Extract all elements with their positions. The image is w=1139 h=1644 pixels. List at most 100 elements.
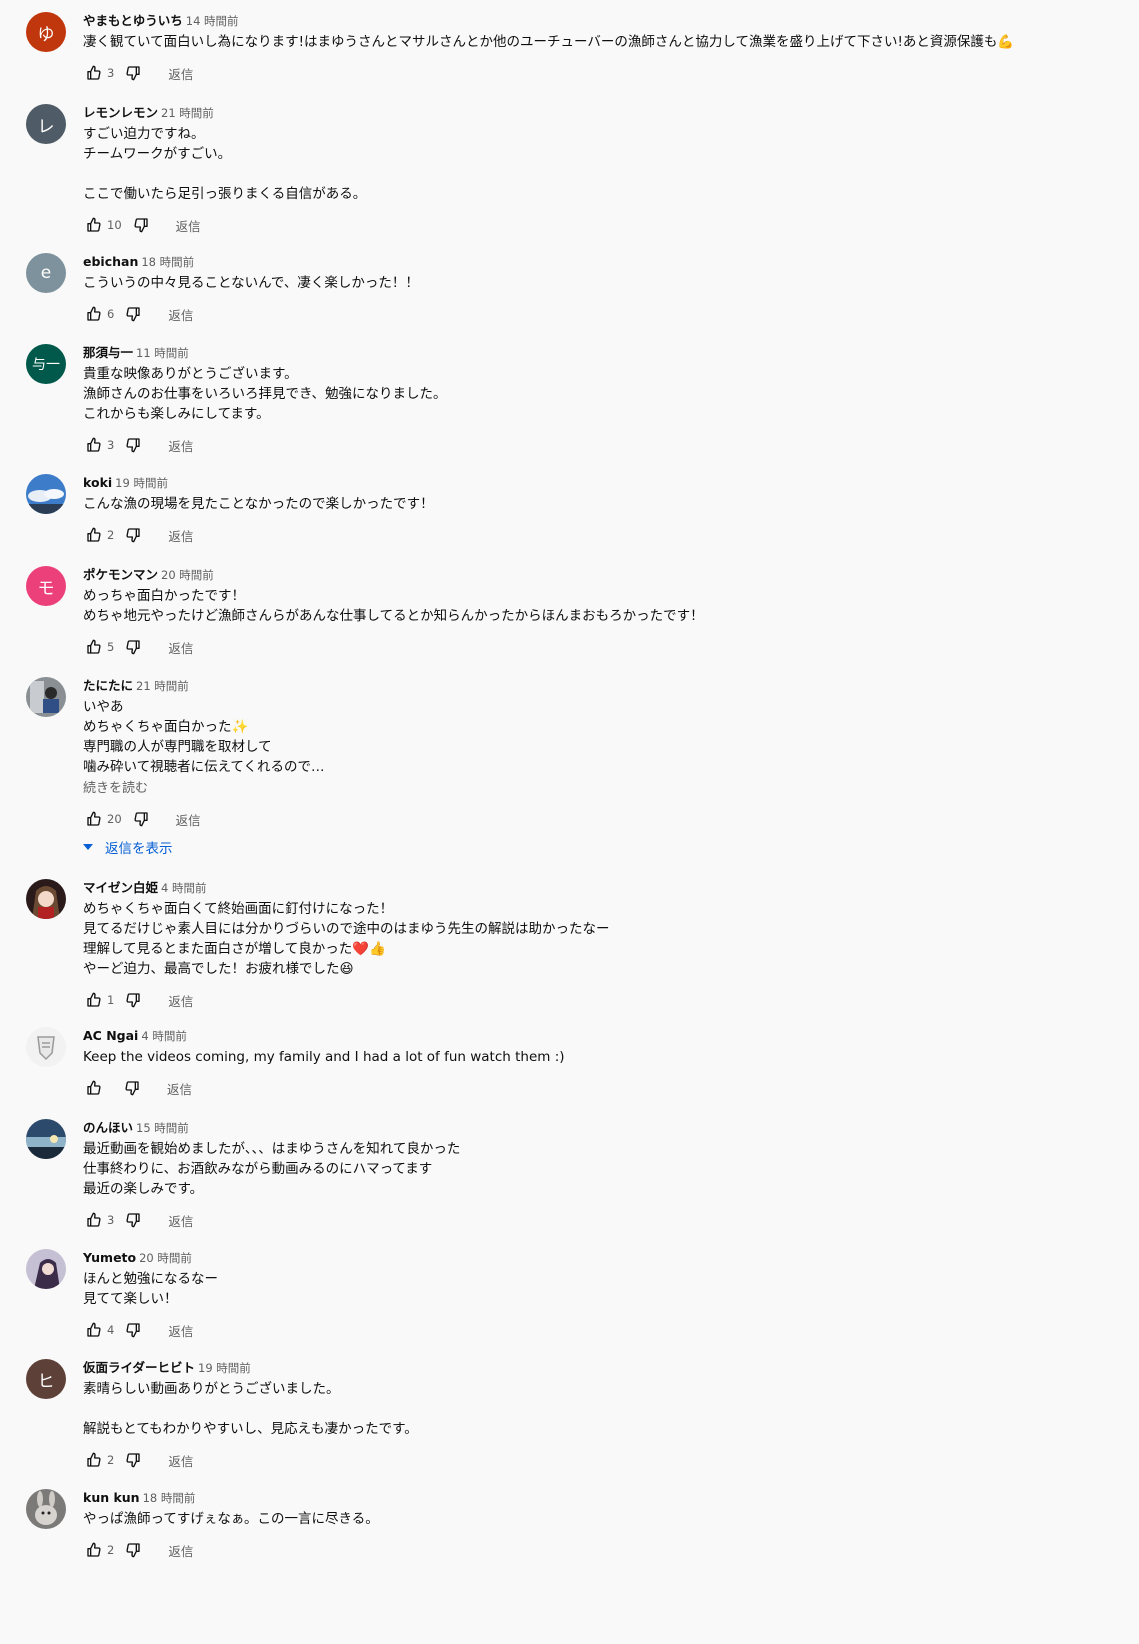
like-count: 3 [107, 1213, 115, 1227]
avatar[interactable]: ゆ [26, 12, 66, 52]
like-count: 2 [107, 528, 115, 542]
comment-timestamp[interactable]: 19 時間前 [115, 476, 168, 490]
comment-author[interactable]: AC Ngai [83, 1028, 138, 1043]
comment-author[interactable]: kun kun [83, 1490, 140, 1505]
comment-author[interactable]: レモンレモン [83, 105, 158, 120]
comment-line [83, 164, 1083, 184]
comment-line: すごい迫力ですね。 [83, 126, 205, 142]
comment-author[interactable]: 仮面ライダーヒビト [83, 1360, 195, 1375]
dislike-icon[interactable] [122, 434, 144, 456]
comment-actions: 2 返信 [83, 1539, 1083, 1561]
like-icon[interactable] [83, 1449, 105, 1471]
avatar[interactable] [26, 1119, 66, 1159]
avatar[interactable] [26, 1489, 66, 1529]
avatar[interactable]: e [26, 253, 66, 293]
like-icon[interactable] [83, 62, 105, 84]
dislike-icon[interactable] [122, 1319, 144, 1341]
comment-author[interactable]: のんほい [83, 1120, 133, 1135]
comment-author[interactable]: 那須与一 [83, 345, 133, 360]
comment-line: 見てるだけじゃ素人目には分かりづらいので途中のはまゆう先生の解説は助かったなー [83, 921, 610, 937]
comment-author[interactable]: koki [83, 475, 112, 490]
like-icon[interactable] [83, 1209, 105, 1231]
comment-timestamp[interactable]: 19 時間前 [198, 1361, 251, 1375]
like-count: 6 [107, 307, 115, 321]
comment-text: めっちゃ面白かったです！ めちゃ地元やったけど漁師さんらがあんな仕事してるとか知ら… [83, 586, 1083, 626]
comment-timestamp[interactable]: 15 時間前 [136, 1121, 189, 1135]
avatar[interactable]: ヒ [26, 1359, 66, 1399]
reply-button[interactable]: 返信 [168, 991, 193, 1010]
dislike-icon[interactable] [121, 1077, 143, 1099]
reply-button[interactable]: 返信 [168, 526, 193, 545]
comment-author[interactable]: やまもとゆういち [83, 13, 183, 28]
like-count: 2 [107, 1453, 115, 1467]
like-icon[interactable] [83, 1319, 105, 1341]
dislike-icon[interactable] [122, 989, 144, 1011]
reply-button[interactable]: 返信 [176, 810, 201, 829]
comment-author[interactable]: ポケモンマン [83, 567, 158, 582]
reply-button[interactable]: 返信 [168, 1451, 193, 1470]
like-icon[interactable] [83, 636, 105, 658]
reply-button[interactable]: 返信 [168, 436, 193, 455]
reply-button[interactable]: 返信 [168, 1211, 193, 1230]
dislike-icon[interactable] [130, 808, 152, 830]
like-icon[interactable] [83, 214, 105, 236]
comment-text: こんな漁の現場を見たことなかったので楽しかったです！ [83, 494, 1083, 514]
reply-button[interactable]: 返信 [176, 216, 201, 235]
comment-timestamp[interactable]: 21 時間前 [136, 679, 189, 693]
comment-actions: 2 返信 [83, 1449, 1083, 1471]
dislike-icon[interactable] [122, 1209, 144, 1231]
dislike-icon[interactable] [122, 636, 144, 658]
comment-author[interactable]: たにたに [83, 678, 133, 693]
reply-button[interactable]: 返信 [167, 1079, 192, 1098]
dislike-icon[interactable] [122, 303, 144, 325]
comment-line: 解説もとてもわかりやすいし、見応えも凄かったです。 [83, 1421, 418, 1437]
reply-button[interactable]: 返信 [168, 1321, 193, 1340]
like-icon[interactable] [83, 808, 105, 830]
reply-button[interactable]: 返信 [168, 64, 193, 83]
avatar[interactable] [26, 1027, 66, 1067]
avatar[interactable] [26, 879, 66, 919]
avatar[interactable] [26, 677, 66, 717]
show-replies-label: 返信を表示 [105, 841, 173, 857]
dislike-icon[interactable] [122, 524, 144, 546]
avatar[interactable]: レ [26, 104, 66, 144]
avatar[interactable]: 与一 [26, 344, 66, 384]
like-icon[interactable] [83, 524, 105, 546]
comment-author[interactable]: マイゼン白姫 [83, 880, 158, 895]
avatar[interactable] [26, 474, 66, 514]
avatar[interactable] [26, 1249, 66, 1289]
comment-text: めちゃくちゃ面白くて終始画面に釘付けになった！ 見てるだけじゃ素人目には分かりづら… [83, 899, 1083, 979]
reply-button[interactable]: 返信 [168, 305, 193, 324]
comment-timestamp[interactable]: 18 時間前 [143, 1491, 196, 1505]
show-replies-button[interactable]: 返信を表示 [83, 836, 1083, 858]
like-count: 10 [107, 218, 122, 232]
dislike-icon[interactable] [130, 214, 152, 236]
like-count: 1 [107, 993, 115, 1007]
read-more-link[interactable]: 続きを読む [83, 780, 1083, 798]
reply-button[interactable]: 返信 [168, 1541, 193, 1560]
comment-line: こういうの中々見ることないんで、凄く楽しかった！！ [83, 275, 419, 291]
comment-timestamp[interactable]: 4 時間前 [161, 881, 206, 895]
like-icon[interactable] [83, 1539, 105, 1561]
dislike-icon[interactable] [122, 62, 144, 84]
comment-timestamp[interactable]: 20 時間前 [161, 568, 214, 582]
comment-timestamp[interactable]: 21 時間前 [161, 106, 214, 120]
reply-button[interactable]: 返信 [168, 638, 193, 657]
like-icon[interactable] [83, 303, 105, 325]
comment-line: 噛み砕いて視聴者に伝えてくれるので… [83, 759, 325, 775]
comment-timestamp[interactable]: 18 時間前 [141, 255, 194, 269]
comment-text: こういうの中々見ることないんで、凄く楽しかった！！ [83, 273, 1083, 293]
comment-text: 貴重な映像ありがとうございます。 漁師さんのお仕事をいろいろ拝見でき、勉強になりま… [83, 364, 1083, 424]
comment-author[interactable]: Yumeto [83, 1250, 136, 1265]
comment-timestamp[interactable]: 11 時間前 [136, 346, 189, 360]
dislike-icon[interactable] [122, 1539, 144, 1561]
comment-author[interactable]: ebichan [83, 254, 138, 269]
avatar[interactable]: モ [26, 566, 66, 606]
dislike-icon[interactable] [122, 1449, 144, 1471]
comment-timestamp[interactable]: 20 時間前 [139, 1251, 192, 1265]
comment-timestamp[interactable]: 14 時間前 [186, 14, 239, 28]
comment-timestamp[interactable]: 4 時間前 [141, 1029, 186, 1043]
like-icon[interactable] [83, 989, 105, 1011]
like-icon[interactable] [83, 1077, 105, 1099]
like-icon[interactable] [83, 434, 105, 456]
